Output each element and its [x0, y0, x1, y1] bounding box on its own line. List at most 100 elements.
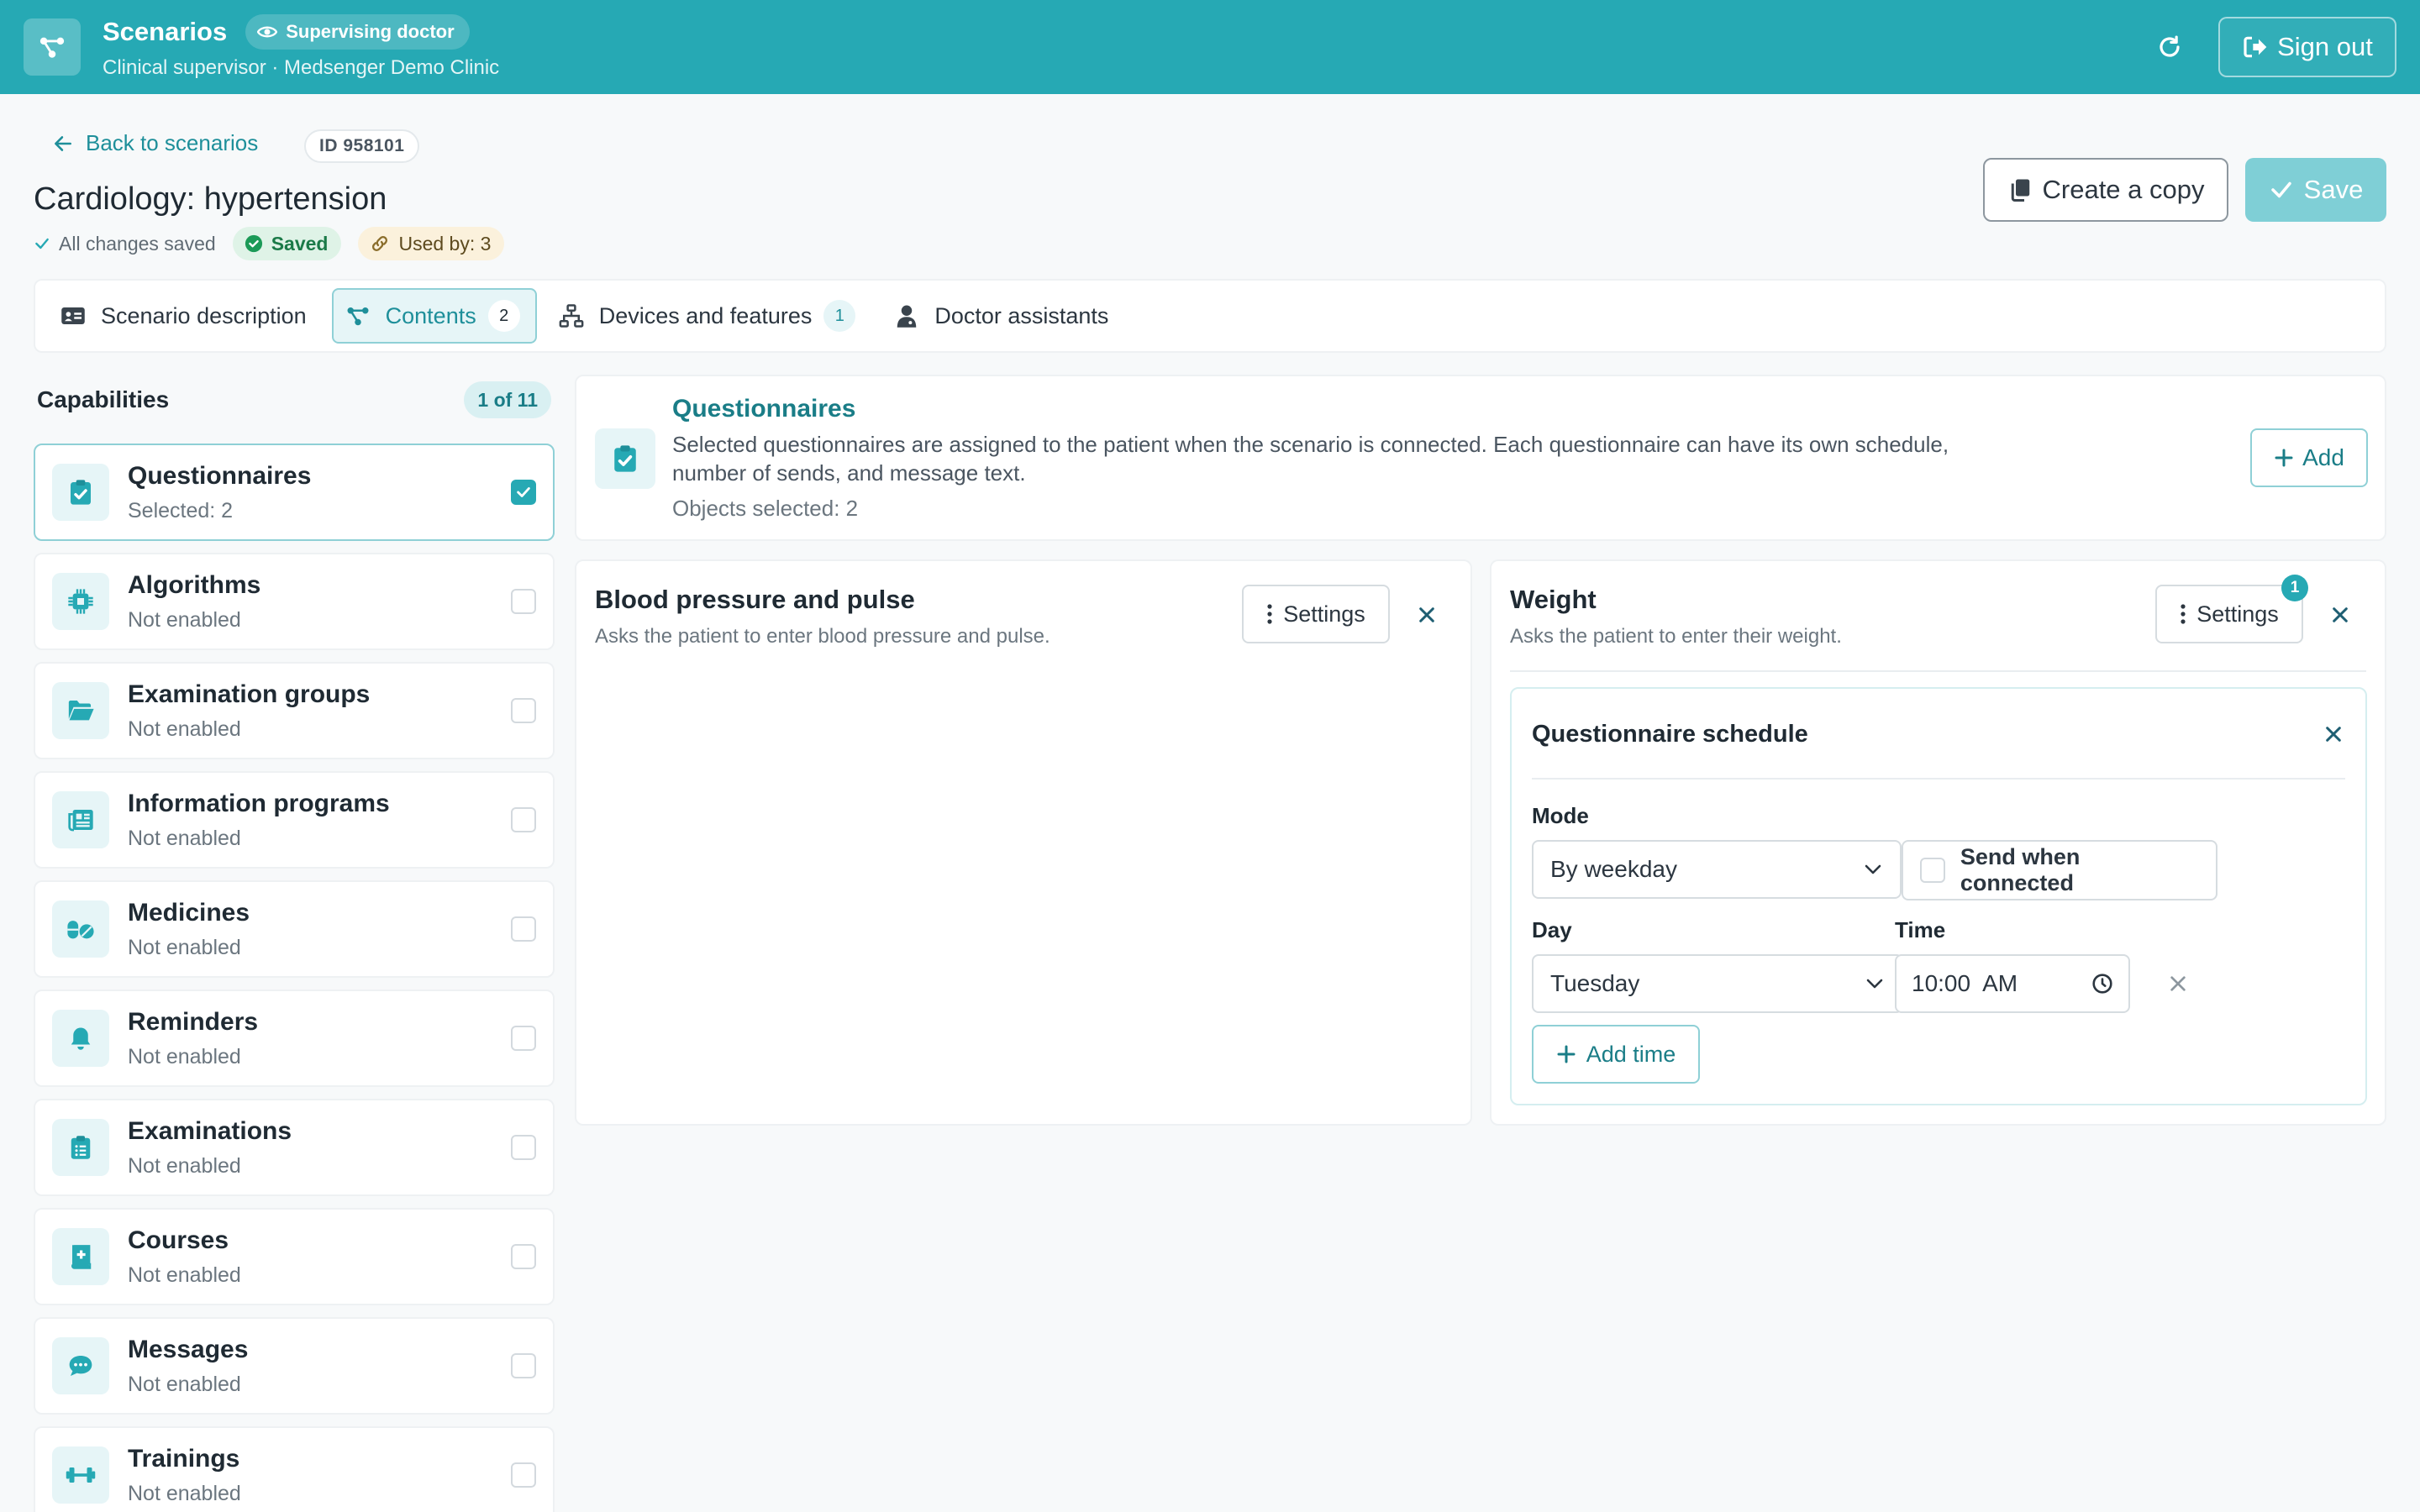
- tab-label: Scenario description: [101, 302, 307, 328]
- capability-checkbox[interactable]: [511, 1462, 536, 1488]
- all-saved-label: All changes saved: [59, 232, 216, 255]
- save-button[interactable]: Save: [2245, 158, 2386, 222]
- back-to-scenarios-link[interactable]: Back to scenarios: [52, 130, 258, 156]
- create-copy-button[interactable]: Create a copy: [1983, 158, 2228, 222]
- role-badge: Supervising doctor: [245, 14, 470, 50]
- add-time-button[interactable]: Add time: [1532, 1025, 1700, 1084]
- page-title: Cardiology: hypertension: [34, 181, 387, 217]
- chip-icon: [68, 589, 93, 614]
- send-when-connected-checkbox[interactable]: [1920, 858, 1945, 883]
- app-subtitle: Clinical supervisor · Medsenger Demo Cli…: [103, 56, 500, 79]
- refresh-button[interactable]: [2146, 24, 2193, 71]
- questionnaire-description: Asks the patient to enter blood pressure…: [595, 625, 1050, 648]
- objects-selected-count: Objects selected: 2: [672, 496, 859, 521]
- arrow-left-icon: [55, 135, 71, 151]
- capability-checkbox[interactable]: [511, 1353, 536, 1378]
- close-icon: [2326, 727, 2341, 742]
- time-input-value: 10:00 AM: [1912, 970, 2018, 996]
- capability-checkbox[interactable]: [511, 480, 536, 505]
- add-label: Add: [2302, 444, 2344, 470]
- capability-status: Not enabled: [128, 1372, 241, 1396]
- add-questionnaire-button[interactable]: Add: [2250, 428, 2368, 487]
- capability-medicines[interactable]: Medicines Not enabled: [34, 880, 555, 978]
- scenario-tabs: Scenario description Contents 2 Devices …: [34, 279, 2386, 353]
- app-logo-icon[interactable]: [24, 18, 81, 76]
- time-input[interactable]: 10:00 AM: [1895, 954, 2130, 1013]
- folder-open-icon: [68, 700, 94, 721]
- capability-examination-groups[interactable]: Examination groups Not enabled: [34, 662, 555, 759]
- copy-icon: [2011, 179, 2029, 202]
- capability-status: Not enabled: [128, 935, 241, 959]
- clipboard-check-icon: [71, 480, 91, 505]
- capability-checkbox[interactable]: [511, 1244, 536, 1269]
- sign-out-button[interactable]: Sign out: [2218, 17, 2396, 77]
- plus-icon: [1557, 1045, 1576, 1063]
- questionnaire-card-weight: Weight Asks the patient to enter their w…: [1490, 559, 2386, 1126]
- capability-information-programs[interactable]: Information programs Not enabled: [34, 771, 555, 869]
- capability-checkbox[interactable]: [511, 807, 536, 832]
- tab-doctor-assistants[interactable]: Doctor assistants: [881, 288, 1125, 344]
- comment-dots-icon: [69, 1356, 92, 1376]
- saved-badge: Saved: [232, 227, 342, 260]
- tab-devices-and-features[interactable]: Devices and features 1: [545, 288, 873, 344]
- capability-status: Not enabled: [128, 1044, 241, 1068]
- capability-name: Messages: [128, 1335, 249, 1363]
- check-icon: [35, 238, 49, 249]
- close-schedule-button[interactable]: [2317, 717, 2350, 751]
- capability-checkbox[interactable]: [511, 1026, 536, 1051]
- all-saved-status: All changes saved: [34, 233, 216, 255]
- pills-icon: [67, 921, 94, 939]
- capabilities-title: Capabilities: [37, 386, 170, 412]
- capability-algorithms[interactable]: Algorithms Not enabled: [34, 553, 555, 650]
- ellipsis-vertical-icon: [1267, 604, 1272, 624]
- capability-messages[interactable]: Messages Not enabled: [34, 1317, 555, 1415]
- remove-time-button[interactable]: [2164, 969, 2192, 998]
- clipboard-list-icon: [71, 1136, 91, 1159]
- scenario-id-chip: ID 958101: [304, 129, 420, 163]
- tab-contents[interactable]: Contents 2: [331, 288, 537, 344]
- top-bar: Scenarios Supervising doctor Clinical su…: [0, 0, 2420, 94]
- capability-name: Information programs: [128, 789, 390, 817]
- save-label: Save: [2303, 175, 2364, 204]
- sign-out-label: Sign out: [2277, 32, 2373, 61]
- capability-questionnaires[interactable]: Questionnaires Selected: 2: [34, 444, 555, 541]
- capability-name: Questionnaires: [128, 461, 312, 490]
- remove-questionnaire-button[interactable]: [2323, 598, 2357, 632]
- tab-scenario-description[interactable]: Scenario description: [47, 288, 324, 344]
- remove-questionnaire-button[interactable]: [1410, 598, 1444, 632]
- send-when-connected-toggle[interactable]: Send when connected: [1902, 840, 2217, 900]
- capability-courses[interactable]: Courses Not enabled: [34, 1208, 555, 1305]
- day-select[interactable]: Tuesday: [1532, 954, 1903, 1013]
- capability-reminders[interactable]: Reminders Not enabled: [34, 990, 555, 1087]
- used-by-label: Used by: 3: [398, 232, 492, 255]
- capability-name: Examinations: [128, 1116, 292, 1145]
- sign-out-icon: [2244, 36, 2267, 58]
- divider: [1510, 670, 2366, 672]
- capability-checkbox[interactable]: [511, 916, 536, 942]
- settings-button[interactable]: Settings 1: [2155, 575, 2308, 643]
- app-title: Scenarios: [103, 17, 228, 46]
- newspaper-icon: [68, 810, 93, 832]
- capability-checkbox[interactable]: [511, 698, 536, 723]
- capability-status: Selected: 2: [128, 498, 234, 522]
- capability-checkbox[interactable]: [511, 1135, 536, 1160]
- mode-label: Mode: [1532, 803, 1589, 828]
- eye-icon: [257, 26, 278, 38]
- capability-trainings[interactable]: Trainings Not enabled: [34, 1426, 555, 1512]
- used-by-badge[interactable]: Used by: 3: [358, 227, 505, 260]
- refresh-icon: [2160, 35, 2180, 57]
- capability-examinations[interactable]: Examinations Not enabled: [34, 1099, 555, 1196]
- questionnaire-description: Asks the patient to enter their weight.: [1510, 625, 1842, 648]
- check-icon: [2270, 181, 2291, 198]
- tab-count-badge: 2: [487, 300, 520, 332]
- settings-button[interactable]: Settings: [1242, 585, 1390, 643]
- schedule-title: Questionnaire schedule: [1532, 721, 1808, 748]
- capabilities-header: Capabilities 1 of 11: [37, 380, 551, 420]
- capability-name: Algorithms: [128, 570, 261, 599]
- day-label: Day: [1532, 917, 1572, 942]
- mode-select[interactable]: By weekday: [1532, 840, 1902, 899]
- capability-checkbox[interactable]: [511, 589, 536, 614]
- ellipsis-vertical-icon: [2181, 604, 2186, 624]
- questionnaire-title: Blood pressure and pulse: [595, 585, 915, 614]
- clipboard-check-icon: [614, 445, 636, 472]
